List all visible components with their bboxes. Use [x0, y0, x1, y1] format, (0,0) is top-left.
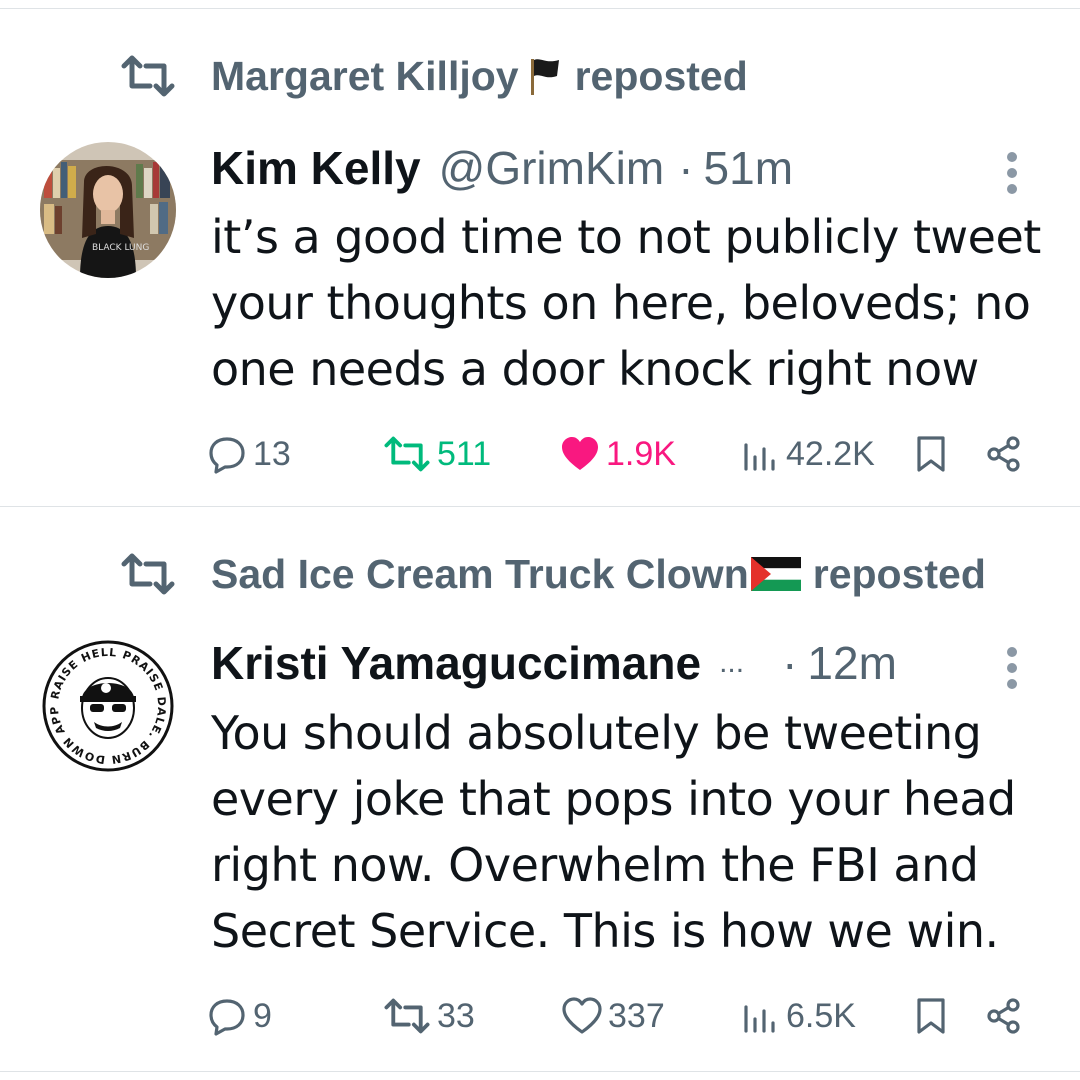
- tweet-text-line: one needs a door knock right now: [211, 342, 979, 396]
- black-flag-icon: [530, 59, 559, 95]
- reply-button[interactable]: 13: [207, 424, 291, 484]
- timeline-feed: Margaret Killjoy reposted BLACK LUNG Kim…: [0, 0, 1080, 1080]
- like-count: 1.9K: [606, 434, 676, 473]
- action-bar: 13 511 1.9K 42.2K: [0, 424, 1080, 484]
- timestamp[interactable]: 12m: [807, 636, 896, 690]
- action-bar: 9 33 337 6.5K: [0, 986, 1080, 1046]
- bookmark-button[interactable]: [915, 424, 953, 484]
- tweet-header: Kristi Yamaguccimane ... · 12m: [211, 633, 897, 693]
- avatar[interactable]: RAISE HELL PRAISE DALE. BURN DOWN APPLEB…: [40, 638, 176, 774]
- views-count: 42.2K: [786, 434, 875, 473]
- repost-button[interactable]: 511: [383, 424, 491, 484]
- like-icon: [562, 997, 602, 1034]
- tweet-text-line: Secret Service. This is how we win.: [211, 904, 999, 958]
- reply-icon: [209, 999, 245, 1036]
- share-button[interactable]: [985, 986, 1029, 1046]
- tweet-text-line: every joke that pops into your head: [211, 772, 1016, 826]
- views-icon: [744, 443, 775, 471]
- avatar[interactable]: BLACK LUNG: [40, 142, 176, 278]
- repost-count: 33: [437, 996, 475, 1035]
- bookmark-button[interactable]: [915, 986, 953, 1046]
- repost-icon: [384, 998, 430, 1034]
- repost-suffix: reposted: [574, 52, 748, 99]
- avatar-image: BLACK LUNG: [40, 142, 176, 278]
- palestine-flag-icon: [750, 557, 801, 591]
- share-icon: [987, 998, 1020, 1034]
- repost-icon: [384, 436, 430, 472]
- repost-suffix: reposted: [812, 550, 986, 597]
- author-handle[interactable]: @GrimKim: [439, 141, 665, 195]
- like-icon: [562, 437, 598, 470]
- tweet[interactable]: Margaret Killjoy reposted BLACK LUNG Kim…: [0, 9, 1080, 506]
- like-button[interactable]: 337: [562, 986, 665, 1046]
- repost-icon: [121, 553, 175, 595]
- tweet-text-line: your thoughts on here, beloveds; no: [211, 276, 1031, 330]
- author-display-name[interactable]: Kim Kelly: [211, 141, 421, 195]
- reposter-name[interactable]: Margaret Killjoy: [211, 53, 519, 100]
- reposter-name[interactable]: Sad Ice Cream Truck Clown: [211, 551, 749, 598]
- separator-dot: ·: [678, 142, 694, 194]
- divider: [0, 1071, 1080, 1072]
- reply-icon: [209, 437, 245, 474]
- name-truncation: ...: [719, 646, 745, 679]
- tweet-text-line: You should absolutely be tweeting: [211, 706, 982, 760]
- share-icon: [987, 436, 1020, 472]
- views-button[interactable]: 6.5K: [742, 986, 856, 1046]
- separator-dot: ·: [782, 637, 798, 689]
- share-button[interactable]: [985, 424, 1029, 484]
- more-icon[interactable]: [998, 149, 1026, 197]
- tweet-text-line: it’s a good time to not publicly tweet: [211, 210, 1041, 264]
- bookmark-icon: [917, 436, 945, 472]
- views-button[interactable]: 42.2K: [742, 424, 875, 484]
- repost-context[interactable]: Sad Ice Cream Truck Clown reposted: [120, 544, 986, 604]
- like-count: 337: [608, 996, 665, 1035]
- avatar-image: RAISE HELL PRAISE DALE. BURN DOWN APPLEB…: [40, 638, 176, 774]
- like-button[interactable]: 1.9K: [560, 424, 676, 484]
- timestamp[interactable]: 51m: [704, 141, 793, 195]
- reply-count: 13: [253, 434, 291, 473]
- repost-count: 511: [437, 434, 492, 473]
- repost-icon: [121, 55, 175, 97]
- tweet-text: it’s a good time to not publicly tweet y…: [211, 204, 1051, 402]
- tweet[interactable]: Sad Ice Cream Truck Clown reposted RAISE…: [0, 507, 1080, 1071]
- views-count: 6.5K: [786, 996, 856, 1035]
- reply-button[interactable]: 9: [207, 986, 272, 1046]
- bookmark-icon: [917, 998, 945, 1034]
- tweet-header: Kim Kelly @GrimKim · 51m: [211, 138, 793, 198]
- svg-text:BLACK LUNG: BLACK LUNG: [92, 243, 149, 253]
- tweet-text: You should absolutely be tweeting every …: [211, 700, 1051, 964]
- repost-context[interactable]: Margaret Killjoy reposted: [120, 46, 748, 106]
- reply-count: 9: [253, 996, 272, 1035]
- repost-button[interactable]: 33: [383, 986, 475, 1046]
- author-display-name[interactable]: Kristi Yamaguccimane: [211, 636, 701, 690]
- views-icon: [744, 1005, 775, 1033]
- tweet-text-line: right now. Overwhelm the FBI and: [211, 838, 979, 892]
- more-icon[interactable]: [998, 644, 1026, 692]
